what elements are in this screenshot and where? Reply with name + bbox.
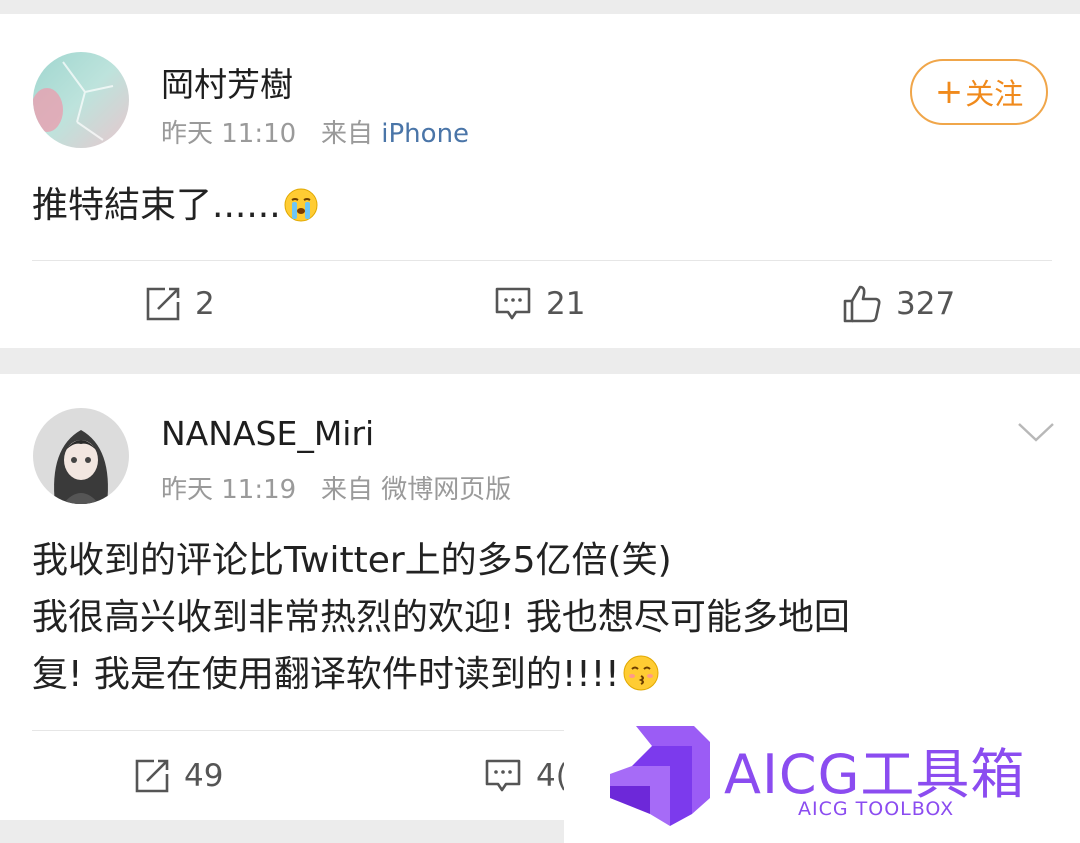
post-text: 推特結束了...... <box>32 177 319 240</box>
comment-button[interactable]: 21 <box>494 286 585 322</box>
username[interactable]: 岡村芳樹 <box>161 58 293 106</box>
like-button[interactable]: 327 <box>842 284 955 324</box>
post-text-line: 我很高兴收到非常热烈的欢迎! 我也想尽可能多地回 <box>32 597 850 638</box>
watermark-subtitle: AICG TOOLBOX <box>798 798 955 820</box>
crying-face-icon <box>283 183 319 240</box>
comment-icon <box>485 759 521 792</box>
post-source[interactable]: iPhone <box>381 119 469 149</box>
source-prefix: 来自 <box>321 119 374 149</box>
comment-icon <box>495 287 531 320</box>
kissing-face-icon <box>622 652 660 709</box>
divider <box>32 260 1052 261</box>
weibo-post: 岡村芳樹 昨天 11:10 来自 iPhone + 关注 推特結束了......… <box>0 14 1080 348</box>
post-meta: 昨天 11:10 来自 iPhone <box>161 113 469 150</box>
post-time: 昨天 11:10 <box>161 119 297 149</box>
like-count: 327 <box>896 286 956 322</box>
comment-count: 21 <box>546 286 586 322</box>
post-source[interactable]: 微博网页版 <box>381 475 511 505</box>
username[interactable]: NANASE_Miri <box>161 414 374 453</box>
repost-button[interactable]: 2 <box>145 286 215 322</box>
repost-icon <box>146 287 180 321</box>
repost-icon <box>135 759 169 793</box>
repost-button[interactable]: 49 <box>134 758 223 794</box>
post-text-line: 我收到的评论比Twitter上的多5亿倍(笑) <box>32 540 672 581</box>
source-prefix: 来自 <box>321 475 374 505</box>
post-text-line: 复! 我是在使用翻译软件时读到的!!!! <box>32 654 620 695</box>
post-text: 我收到的评论比Twitter上的多5亿倍(笑) 我很高兴收到非常热烈的欢迎! 我… <box>32 532 850 709</box>
aicg-logo-icon <box>610 726 710 826</box>
thumbs-up-icon <box>843 285 881 323</box>
post-text-line: 推特結束了...... <box>32 185 281 226</box>
repost-count: 2 <box>195 286 215 322</box>
post-meta: 昨天 11:19 来自 微博网页版 <box>161 469 511 506</box>
avatar[interactable] <box>33 408 129 504</box>
post-time: 昨天 11:19 <box>161 475 297 505</box>
follow-label: 关注 <box>965 77 1024 111</box>
watermark: AICG工具箱 AICG TOOLBOX <box>564 702 1080 843</box>
chevron-down-icon[interactable] <box>1016 420 1056 444</box>
avatar[interactable] <box>33 52 129 148</box>
repost-count: 49 <box>184 758 224 794</box>
follow-button[interactable]: + 关注 <box>910 59 1048 125</box>
plus-icon: + <box>934 72 964 112</box>
comment-button[interactable]: 4( <box>484 758 568 794</box>
